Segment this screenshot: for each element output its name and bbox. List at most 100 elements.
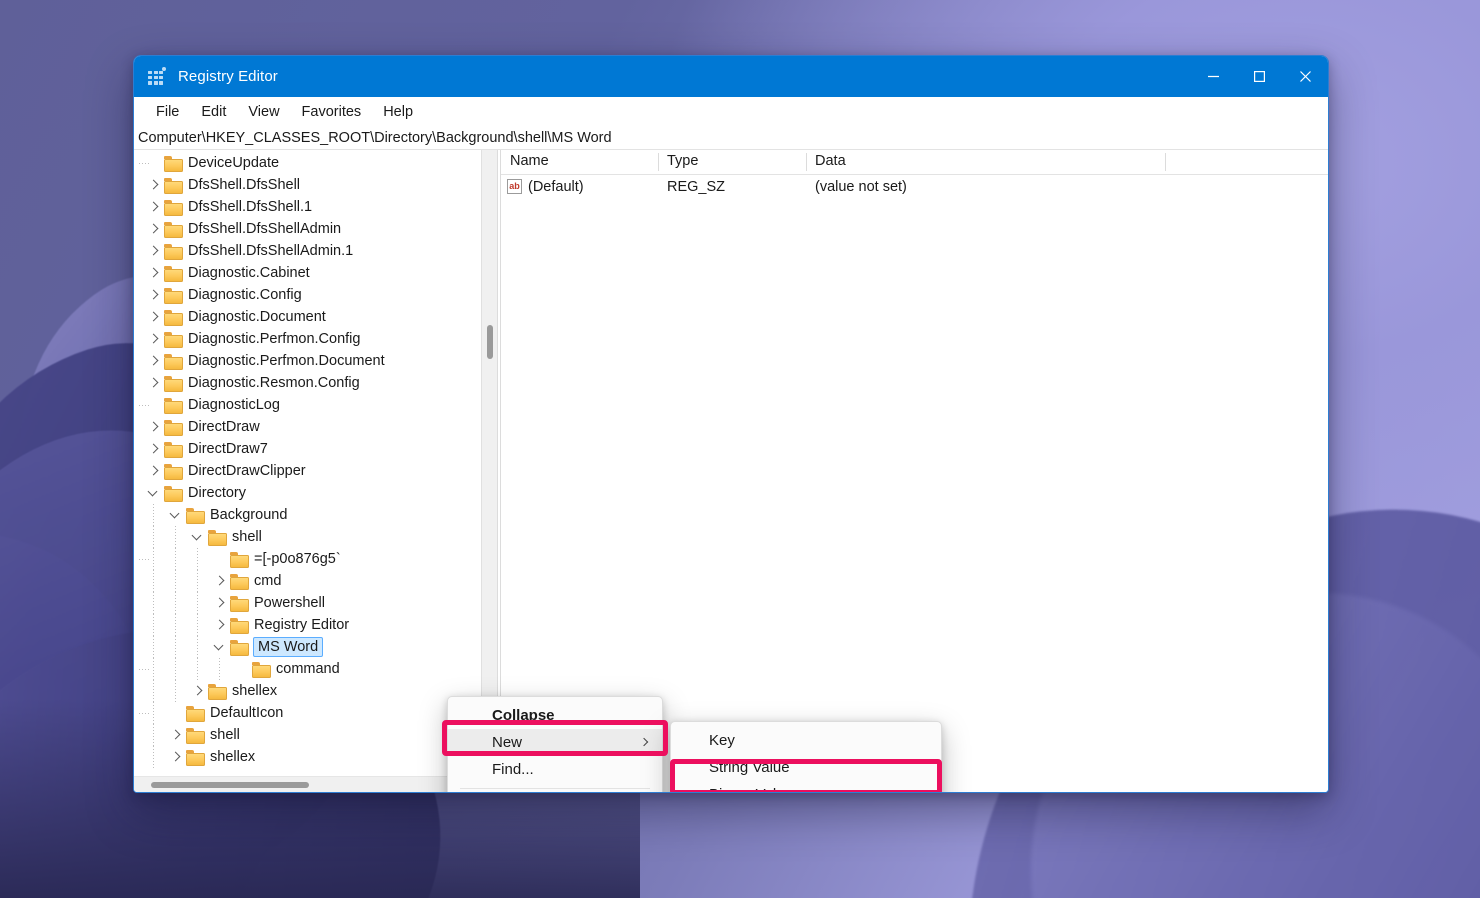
folder-icon (164, 310, 183, 326)
tree-item-dfsshell-dfsshell[interactable]: DfsShell.DfsShell (134, 174, 497, 196)
tree-item-directory[interactable]: Directory (134, 482, 497, 504)
chevron-right-icon[interactable] (208, 570, 230, 592)
tree-item-directdrawclipper[interactable]: DirectDrawClipper (134, 460, 497, 482)
close-button[interactable] (1282, 56, 1328, 97)
tree-item-label: MS Word (253, 637, 324, 657)
value-name: (Default) (528, 178, 584, 195)
chevron-right-icon[interactable] (142, 306, 164, 328)
tree-item-command[interactable]: command (134, 658, 497, 680)
tree-item-cmd[interactable]: cmd (134, 570, 497, 592)
tree-item-diagnostic-config[interactable]: Diagnostic.Config (134, 284, 497, 306)
chevron-down-icon[interactable] (142, 482, 164, 504)
tree-item-shellex[interactable]: shellex (134, 680, 497, 702)
tree-item-p0o876g5[interactable]: =[-p0o876g5` (134, 548, 497, 570)
tree-item-shell[interactable]: shell (134, 526, 497, 548)
folder-icon (252, 662, 271, 678)
chevron-right-icon[interactable] (142, 284, 164, 306)
chevron-right-icon[interactable] (142, 460, 164, 482)
tree-guide-line (175, 636, 176, 658)
chevron-down-icon[interactable] (208, 636, 230, 658)
chevron-right-icon[interactable] (186, 680, 208, 702)
tree-item-diagnosticlog[interactable]: DiagnosticLog (134, 394, 497, 416)
submenu-item-binary-value[interactable]: Binary Value (671, 781, 941, 792)
chevron-right-icon[interactable] (208, 614, 230, 636)
context-menu-item-collapse[interactable]: Collapse (448, 702, 662, 729)
menu-favorites[interactable]: Favorites (291, 101, 373, 123)
window-titlebar[interactable]: Registry Editor (134, 56, 1328, 97)
tree-item-ms-word[interactable]: MS Word (134, 636, 497, 658)
tree-guide-line (153, 570, 154, 592)
registry-tree-pane: DeviceUpdate DfsShell.DfsShell DfsShell.Df… (134, 150, 497, 792)
tree-item-shellex[interactable]: shellex (134, 746, 497, 768)
tree-item-diagnostic-document[interactable]: Diagnostic.Document (134, 306, 497, 328)
chevron-right-icon[interactable] (142, 438, 164, 460)
menu-help[interactable]: Help (372, 101, 424, 123)
tree-guide-line (153, 614, 154, 636)
menu-view[interactable]: View (237, 101, 290, 123)
values-list[interactable]: ab (Default) REG_SZ (value not set) (501, 175, 1328, 198)
tree-vertical-scroll-thumb[interactable] (487, 325, 493, 359)
tree-item-label: DiagnosticLog (188, 397, 280, 413)
tree-item-directdraw[interactable]: DirectDraw (134, 416, 497, 438)
chevron-down-icon[interactable] (186, 526, 208, 548)
folder-icon (164, 266, 183, 282)
folder-icon (164, 486, 183, 502)
chevron-right-icon[interactable] (142, 416, 164, 438)
tree-item-label: command (276, 661, 340, 677)
chevron-down-icon[interactable] (164, 504, 186, 526)
tree-guide-line (197, 614, 198, 636)
new-submenu[interactable]: KeyString ValueBinary ValueDWORD (32-bit… (670, 721, 942, 792)
tree-guide-line (153, 504, 154, 526)
tree-item-dfsshell-dfsshelladmin[interactable]: DfsShell.DfsShellAdmin (134, 218, 497, 240)
tree-item-dfsshell-dfsshell-1[interactable]: DfsShell.DfsShell.1 (134, 196, 497, 218)
column-header-type[interactable]: Type (658, 150, 806, 174)
tree-horizontal-scroll-thumb[interactable] (151, 782, 309, 788)
menu-edit[interactable]: Edit (190, 101, 237, 123)
tree-item-directdraw7[interactable]: DirectDraw7 (134, 438, 497, 460)
tree-guide-line (153, 592, 154, 614)
chevron-right-icon[interactable] (208, 592, 230, 614)
chevron-right-icon[interactable] (142, 262, 164, 284)
registry-key-context-menu[interactable]: CollapseNewFind...DeleteRenameExportPerm… (447, 696, 663, 792)
submenu-item-key[interactable]: Key (671, 727, 941, 754)
folder-icon (186, 706, 205, 722)
tree-horizontal-scrollbar[interactable] (134, 776, 497, 792)
value-row[interactable]: ab (Default) REG_SZ (value not set) (501, 175, 1328, 198)
address-bar[interactable]: Computer\HKEY_CLASSES_ROOT\Directory\Bac… (134, 126, 1328, 150)
chevron-right-icon[interactable] (142, 350, 164, 372)
chevron-right-icon[interactable] (142, 328, 164, 350)
tree-guide-line (175, 592, 176, 614)
registry-path-text: Computer\HKEY_CLASSES_ROOT\Directory\Bac… (138, 129, 612, 146)
context-menu-item-new[interactable]: New (448, 729, 662, 756)
tree-item-dfsshell-dfsshelladmin-1[interactable]: DfsShell.DfsShellAdmin.1 (134, 240, 497, 262)
tree-item-powershell[interactable]: Powershell (134, 592, 497, 614)
tree-guide-line (197, 548, 198, 570)
chevron-right-icon[interactable] (164, 746, 186, 768)
folder-icon (164, 376, 183, 392)
tree-item-background[interactable]: Background (134, 504, 497, 526)
tree-item-defaulticon[interactable]: DefaultIcon (134, 702, 497, 724)
chevron-right-icon[interactable] (142, 218, 164, 240)
chevron-right-icon[interactable] (142, 240, 164, 262)
folder-icon (230, 640, 249, 656)
chevron-right-icon[interactable] (142, 196, 164, 218)
tree-item-shell[interactable]: shell (134, 724, 497, 746)
registry-tree[interactable]: DeviceUpdate DfsShell.DfsShell DfsShell.Df… (134, 150, 497, 776)
tree-item-diagnostic-perfmon-config[interactable]: Diagnostic.Perfmon.Config (134, 328, 497, 350)
submenu-item-string-value[interactable]: String Value (671, 754, 941, 781)
tree-item-registry-editor[interactable]: Registry Editor (134, 614, 497, 636)
context-menu-item-find[interactable]: Find... (448, 756, 662, 783)
column-header-data[interactable]: Data (806, 150, 1165, 174)
column-header-name[interactable]: Name (501, 150, 658, 174)
minimize-button[interactable] (1190, 56, 1236, 97)
tree-item-diagnostic-cabinet[interactable]: Diagnostic.Cabinet (134, 262, 497, 284)
maximize-button[interactable] (1236, 56, 1282, 97)
registry-editor-window: Registry Editor File Edit View Favorites… (133, 55, 1329, 793)
chevron-right-icon[interactable] (142, 372, 164, 394)
tree-item-diagnostic-resmon-config[interactable]: Diagnostic.Resmon.Config (134, 372, 497, 394)
tree-item-deviceupdate[interactable]: DeviceUpdate (134, 152, 497, 174)
chevron-right-icon[interactable] (164, 724, 186, 746)
menu-file[interactable]: File (145, 101, 190, 123)
tree-item-diagnostic-perfmon-document[interactable]: Diagnostic.Perfmon.Document (134, 350, 497, 372)
chevron-right-icon[interactable] (142, 174, 164, 196)
